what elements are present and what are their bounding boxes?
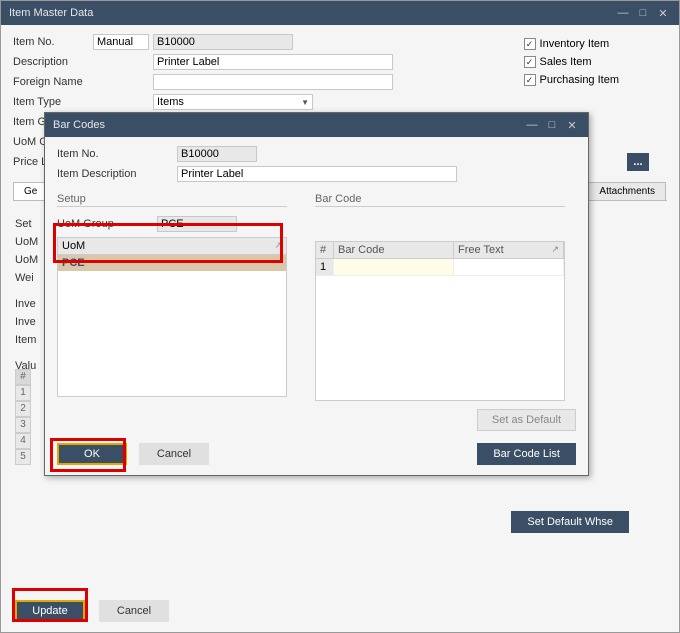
sales-label: Sales Item <box>540 56 592 68</box>
item-type-dropdown[interactable]: Items▼ <box>153 94 313 110</box>
chevron-down-icon: ▼ <box>301 98 309 107</box>
modal-item-desc-label: Item Description <box>57 168 177 180</box>
row-grid: # 1 2 3 4 5 <box>15 369 31 465</box>
item-flags: ✓ Inventory Item ✓ Sales Item ✓ Purchasing … <box>524 35 619 89</box>
uom-col-header: UoM <box>62 240 85 252</box>
inventory-checkbox[interactable]: ✓ <box>524 38 536 50</box>
row-3[interactable]: 3 <box>15 417 31 433</box>
maximize-icon[interactable]: □ <box>635 6 651 20</box>
row-5[interactable]: 5 <box>15 449 31 465</box>
modal-item-no-label: Item No. <box>57 148 177 160</box>
set-default-whse-button[interactable]: Set Default Whse <box>511 511 629 533</box>
setup-header: Setup <box>57 193 287 207</box>
purchasing-label: Purchasing Item <box>540 74 619 86</box>
item-no-label: Item No. <box>13 36 93 48</box>
tab-attachments[interactable]: Attachments <box>588 182 666 200</box>
inventory-label: Inventory Item <box>540 38 610 50</box>
barcode-header: Bar Code <box>315 193 565 207</box>
modal-item-desc-field: Printer Label <box>177 166 457 182</box>
uom-group-field: PCE <box>157 216 237 232</box>
uom-row-pce[interactable]: PCE <box>58 255 286 271</box>
row-grid-header: # <box>15 369 31 385</box>
obscured-labels: Set UoM UoM Wei Inve Inve Item Valu <box>15 215 38 375</box>
barcode-list-button[interactable]: Bar Code List <box>477 443 576 465</box>
row-2[interactable]: 2 <box>15 401 31 417</box>
modal-maximize-icon[interactable]: □ <box>544 118 560 132</box>
close-icon[interactable]: ✕ <box>655 6 671 20</box>
modal-title: Bar Codes <box>53 119 105 131</box>
bc-row1-barcode[interactable] <box>334 259 454 275</box>
row-1[interactable]: 1 <box>15 385 31 401</box>
foreign-name-field[interactable] <box>153 74 393 90</box>
description-field[interactable]: Printer Label <box>153 54 393 70</box>
item-no-mode-dropdown[interactable]: Manual <box>93 34 149 50</box>
expand-icon[interactable]: ↗ <box>551 244 559 256</box>
description-label: Description <box>13 56 93 68</box>
foreign-name-label: Foreign Name <box>13 76 93 88</box>
modal-item-no-field: B10000 <box>177 146 257 162</box>
col-barcode: Bar Code <box>334 242 454 258</box>
item-no-field[interactable]: B10000 <box>153 34 293 50</box>
col-num: # <box>316 242 334 258</box>
ok-button[interactable]: OK <box>57 443 127 465</box>
ellipsis-button[interactable]: ... <box>627 153 649 171</box>
uom-group-label: UoM Group <box>57 218 157 230</box>
minimize-icon[interactable]: — <box>615 6 631 20</box>
col-freetext: Free Text↗ <box>454 242 564 258</box>
sales-checkbox[interactable]: ✓ <box>524 56 536 68</box>
item-type-label: Item Type <box>13 96 93 108</box>
update-button[interactable]: Update <box>15 600 85 622</box>
bc-row1-num: 1 <box>316 259 334 275</box>
modal-minimize-icon[interactable]: — <box>524 118 540 132</box>
bc-row1-freetext[interactable] <box>454 259 564 275</box>
uom-list[interactable]: UoM ↗ PCE <box>57 237 287 397</box>
main-titlebar: Item Master Data — □ ✕ <box>1 1 679 25</box>
modal-titlebar: Bar Codes — □ ✕ <box>45 113 588 137</box>
main-title: Item Master Data <box>9 7 93 19</box>
modal-close-icon[interactable]: ✕ <box>564 118 580 132</box>
barcode-table: # Bar Code Free Text↗ 1 <box>315 241 565 401</box>
expand-icon[interactable]: ↗ <box>274 240 282 252</box>
cancel-button[interactable]: Cancel <box>99 600 169 622</box>
row-4[interactable]: 4 <box>15 433 31 449</box>
set-as-default-button[interactable]: Set as Default <box>477 409 576 431</box>
barcodes-dialog: Bar Codes — □ ✕ Item No. B10000 Item Des… <box>44 112 589 476</box>
modal-cancel-button[interactable]: Cancel <box>139 443 209 465</box>
purchasing-checkbox[interactable]: ✓ <box>524 74 536 86</box>
